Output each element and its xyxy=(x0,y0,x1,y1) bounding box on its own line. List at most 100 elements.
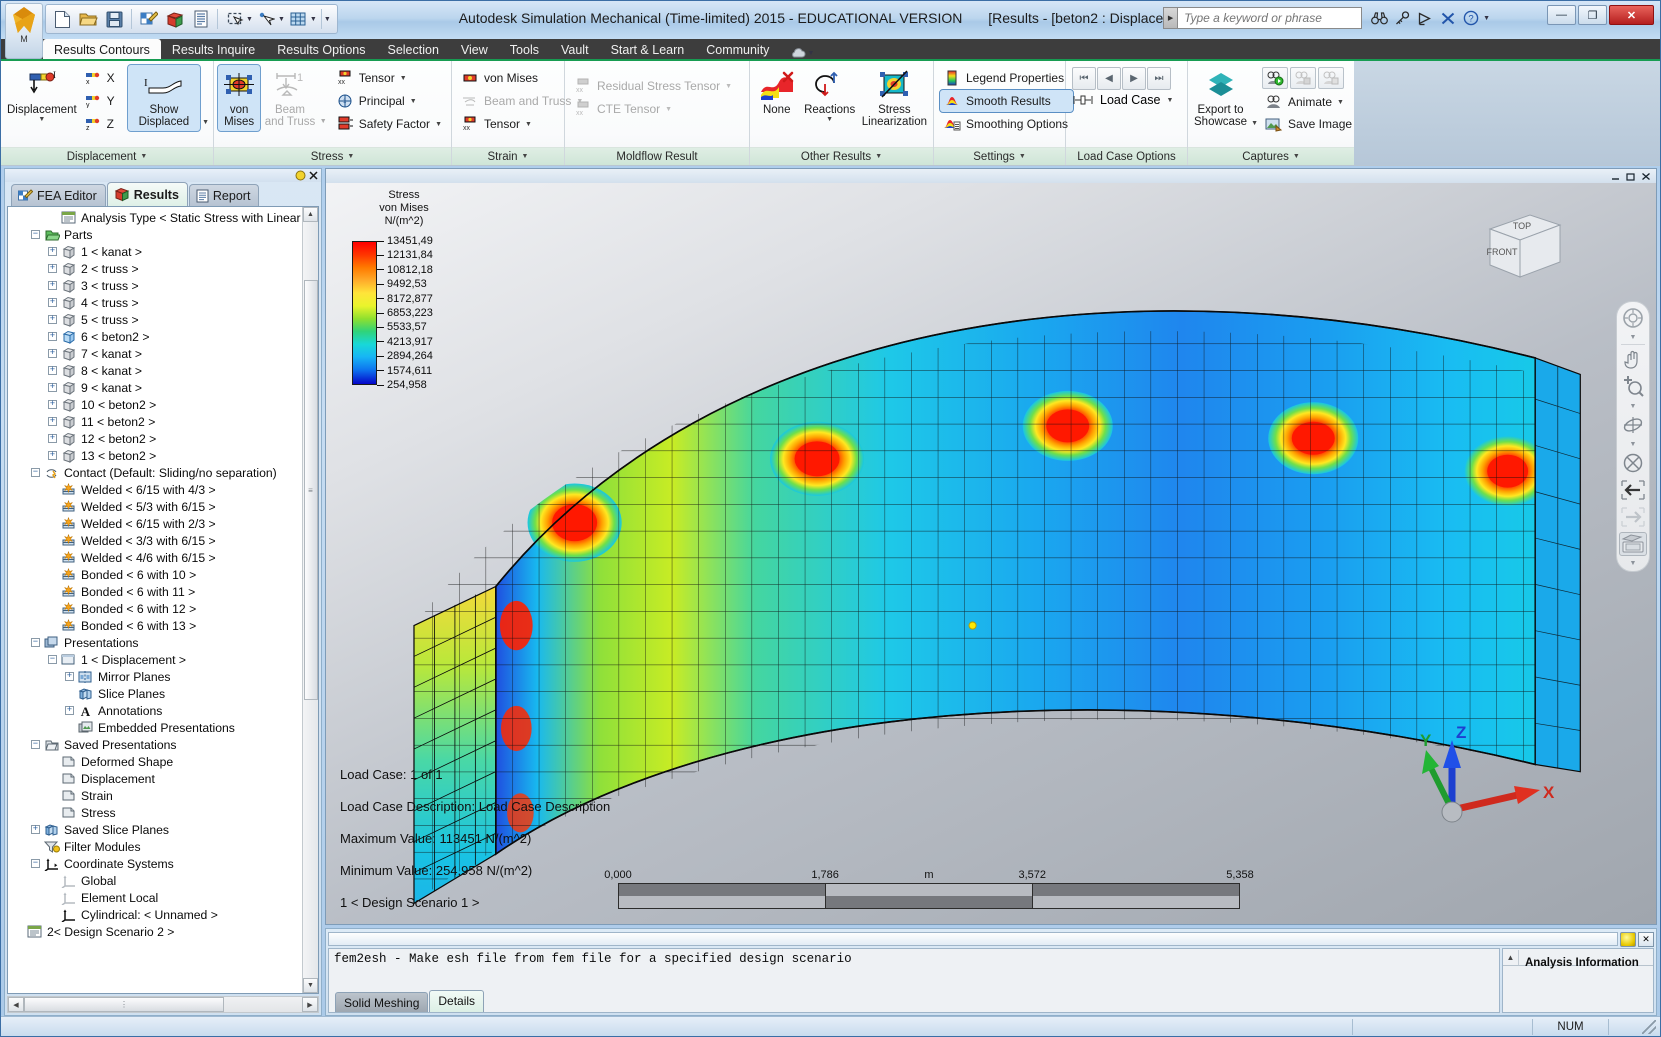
browser-tree-horizontal-scrollbar[interactable]: ◀ ⋮ ▶ xyxy=(7,996,319,1013)
other-results-none-button[interactable]: None xyxy=(754,65,799,119)
load-case-selector[interactable]: Load Case ▼ xyxy=(1072,93,1187,107)
pause-animation-icon[interactable] xyxy=(1290,67,1316,89)
tree-node-expander-plus[interactable]: + xyxy=(48,417,57,426)
browser-panel-close-icon[interactable] xyxy=(308,170,319,181)
show-displaced-button[interactable]: I Show Displaced xyxy=(128,65,200,131)
tree-node-expander-plus[interactable]: + xyxy=(65,672,74,681)
stress-principal-button[interactable]: 1 Principal ▼ xyxy=(333,90,447,112)
panel-captures-dropdown-icon[interactable]: ▼ xyxy=(1293,153,1300,160)
tree-node-expander-plus[interactable]: + xyxy=(48,315,57,324)
tree-node[interactable]: −Coordinate Systems xyxy=(8,855,302,872)
first-load-case-button[interactable]: ⏮ xyxy=(1072,67,1096,90)
tree-node[interactable]: Deformed Shape xyxy=(8,753,302,770)
mesh-view-icon[interactable] xyxy=(286,7,311,32)
new-icon[interactable] xyxy=(50,7,75,32)
tree-node[interactable]: +8 < kanat > xyxy=(8,362,302,379)
analysis-info-scroll-up-icon[interactable]: ▲ xyxy=(1503,950,1519,965)
key-icon[interactable] xyxy=(1393,9,1411,27)
reactions-dropdown-icon[interactable]: ▼ xyxy=(826,116,833,123)
tree-node[interactable]: Element Local xyxy=(8,889,302,906)
tree-node-expander-plus[interactable]: + xyxy=(48,247,57,256)
tree-node-expander-plus[interactable]: + xyxy=(31,825,40,834)
browser-tree-vertical-scrollbar[interactable]: ▲ ≡ ▼ xyxy=(302,207,318,993)
zoom-dropdown-icon[interactable]: ▼ xyxy=(1630,402,1637,410)
export-to-showcase-button[interactable]: Export to Showcase xyxy=(1192,65,1249,131)
tree-node[interactable]: +2 < truss > xyxy=(8,260,302,277)
residual-stress-tensor-dropdown-icon[interactable]: ▼ xyxy=(725,83,732,90)
legend-properties-button[interactable]: Legend Properties xyxy=(940,67,1073,89)
save-image-button[interactable]: Save Image xyxy=(1262,113,1357,135)
beam-truss-dropdown-icon[interactable]: ▼ xyxy=(320,118,327,125)
last-load-case-button[interactable]: ⏭ xyxy=(1147,67,1171,90)
panel-title-captures[interactable]: Captures ▼ xyxy=(1188,147,1354,165)
strain-tensor-dropdown-icon[interactable]: ▼ xyxy=(525,121,532,128)
display-mode-icon[interactable] xyxy=(1619,532,1647,556)
cte-tensor-button[interactable]: xx CTE Tensor ▼ xyxy=(571,98,737,120)
tree-node[interactable]: +Saved Slice Planes xyxy=(8,821,302,838)
tree-node[interactable]: Displacement xyxy=(8,770,302,787)
tab-selection[interactable]: Selection xyxy=(376,39,449,59)
application-menu-button[interactable]: M xyxy=(5,3,43,59)
panel-displacement-dropdown-icon[interactable]: ▼ xyxy=(140,153,147,160)
tree-scroll-thumb[interactable]: ≡ xyxy=(304,280,318,700)
panel-stress-dropdown-icon[interactable]: ▼ xyxy=(347,153,354,160)
export-showcase-dropdown-icon[interactable]: ▼ xyxy=(1251,120,1258,127)
panel-title-strain[interactable]: Strain ▼ xyxy=(452,147,564,165)
tree-node-expander-plus[interactable]: + xyxy=(48,264,57,273)
tree-node[interactable]: Cylindrical: < Unnamed > xyxy=(8,906,302,923)
maximize-button[interactable]: ❐ xyxy=(1578,5,1607,25)
tree-node[interactable]: +5 < truss > xyxy=(8,311,302,328)
tree-scroll-up-button[interactable]: ▲ xyxy=(303,207,318,222)
next-view-icon[interactable] xyxy=(1619,505,1647,529)
tree-scroll-down-button[interactable]: ▼ xyxy=(303,978,318,993)
search-input[interactable] xyxy=(1177,7,1362,29)
tree-node-expander-plus[interactable]: + xyxy=(48,298,57,307)
tree-node[interactable]: Welded < 6/15 with 2/3 > xyxy=(8,515,302,532)
help-icon[interactable]: ? xyxy=(1462,9,1480,27)
output-horizontal-scrollbar[interactable] xyxy=(328,932,1618,946)
tree-node[interactable]: Strain xyxy=(8,787,302,804)
steering-wheel-icon[interactable] xyxy=(1619,306,1647,330)
tree-node[interactable]: +9 < kanat > xyxy=(8,379,302,396)
smoothing-options-button[interactable]: Smoothing Options xyxy=(940,113,1073,135)
tree-node[interactable]: Bonded < 6 with 12 > xyxy=(8,600,302,617)
qat-customize-icon[interactable]: ▼ xyxy=(324,16,331,23)
pan-hand-icon[interactable] xyxy=(1619,348,1647,372)
tree-node-expander-plus[interactable]: + xyxy=(48,281,57,290)
ribbon-cloud-dropdown-icon[interactable]: ▼ xyxy=(807,50,814,57)
tree-node[interactable]: +13 < beton2 > xyxy=(8,447,302,464)
displacement-z-button[interactable]: z Z xyxy=(81,113,120,135)
tab-vault[interactable]: Vault xyxy=(550,39,600,59)
output-tab-solid-meshing[interactable]: Solid Meshing xyxy=(335,992,428,1012)
save-icon[interactable] xyxy=(102,7,127,32)
tree-node-expander-plus[interactable]: + xyxy=(48,400,57,409)
view-cube[interactable]: TOP FRONT xyxy=(1472,207,1568,293)
viewport-restore-icon[interactable] xyxy=(1625,171,1637,182)
close-button[interactable]: ✕ xyxy=(1609,5,1654,25)
tree-node[interactable]: Bonded < 6 with 11 > xyxy=(8,583,302,600)
panel-title-stress[interactable]: Stress ▼ xyxy=(214,147,451,165)
tree-node-expander-plus[interactable]: + xyxy=(48,383,57,392)
resize-grip-icon[interactable] xyxy=(1642,1020,1656,1034)
title-icons-dropdown-icon[interactable]: ▼ xyxy=(1483,15,1490,22)
tree-node[interactable]: +AAnnotations xyxy=(8,702,302,719)
report-icon[interactable] xyxy=(188,7,213,32)
tree-node[interactable]: +4 < truss > xyxy=(8,294,302,311)
panel-title-settings[interactable]: Settings ▼ xyxy=(934,147,1065,165)
browser-panel-pin-icon[interactable] xyxy=(295,170,306,181)
fea-editor-icon[interactable] xyxy=(136,7,161,32)
tree-node[interactable]: Embedded Presentations xyxy=(8,719,302,736)
search-dropdown-icon[interactable]: ▶ xyxy=(1163,7,1177,29)
tree-node-expander-minus[interactable]: − xyxy=(31,230,40,239)
tree-node[interactable]: +12 < beton2 > xyxy=(8,430,302,447)
safety-factor-button[interactable]: Safety Factor ▼ xyxy=(333,113,447,135)
tree-node[interactable]: +7 < kanat > xyxy=(8,345,302,362)
reactions-button[interactable]: Reactions ▼ xyxy=(801,65,857,126)
tree-node[interactable]: Slice Planes xyxy=(8,685,302,702)
panel-title-load-case-options[interactable]: Load Case Options xyxy=(1066,147,1187,165)
panel-other-results-dropdown-icon[interactable]: ▼ xyxy=(875,153,882,160)
tree-hscroll-right-button[interactable]: ▶ xyxy=(302,997,318,1012)
tree-node[interactable]: +3 < truss > xyxy=(8,277,302,294)
displacement-button[interactable]: I Displacement ▼ xyxy=(5,65,79,126)
smooth-results-button[interactable]: Smooth Results xyxy=(940,90,1073,112)
